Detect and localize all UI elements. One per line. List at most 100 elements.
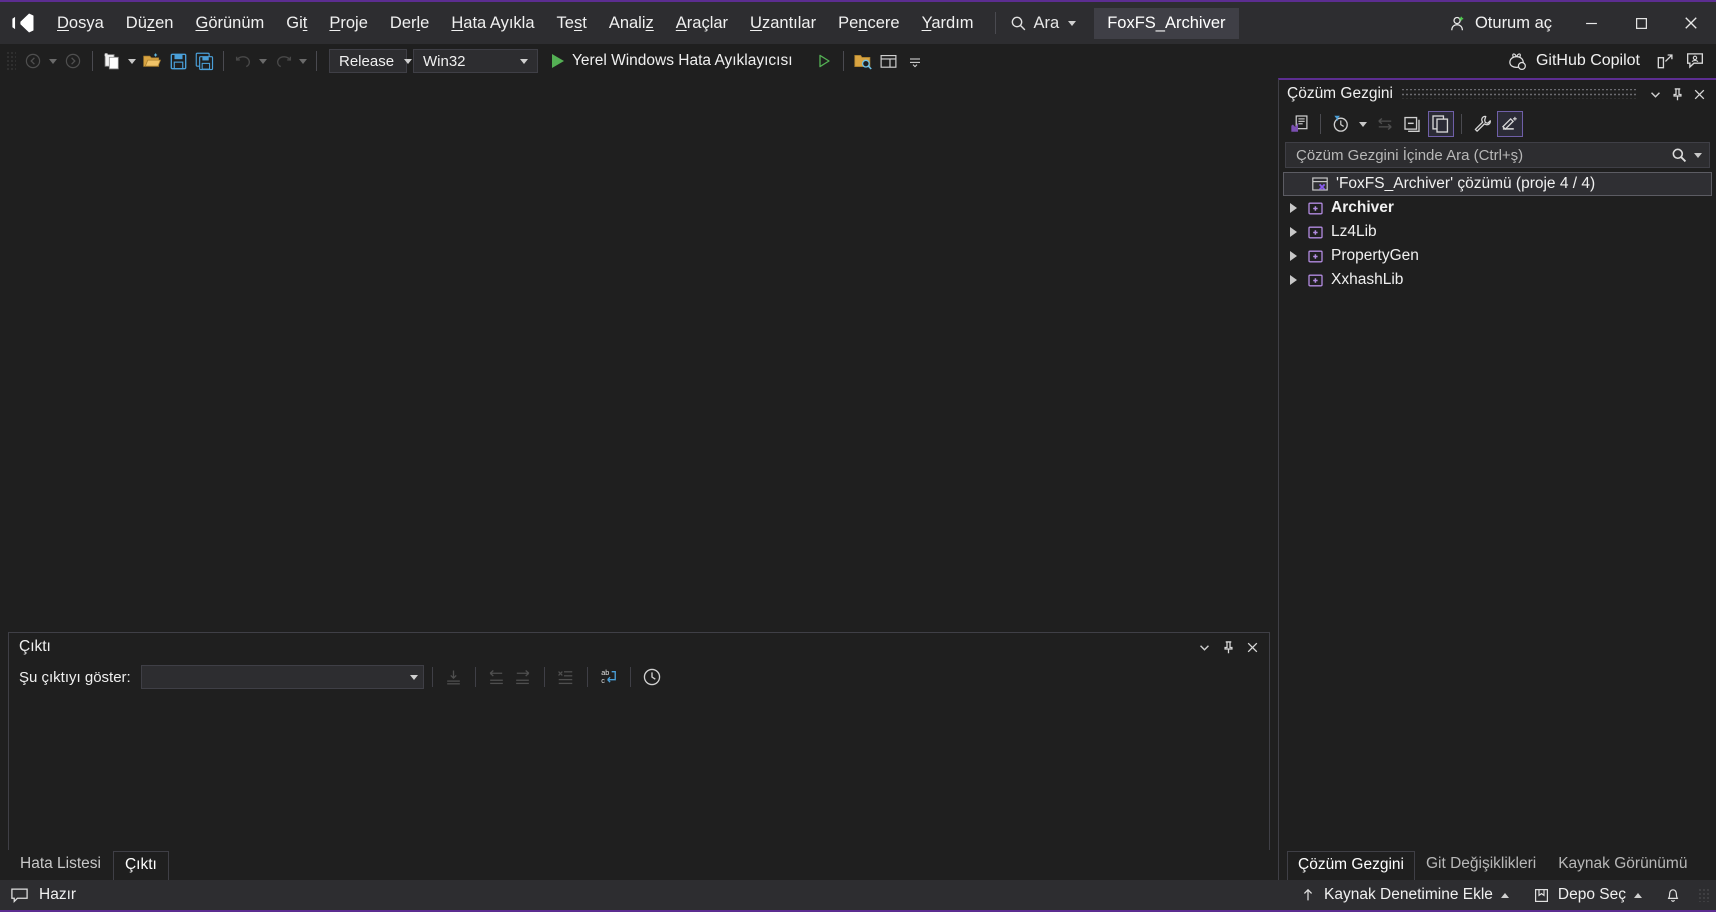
start-debugging-button[interactable]: Yerel Windows Hata Ayıklayıcısı [546, 48, 811, 74]
sign-in-button[interactable]: Oturum aç [1434, 14, 1566, 33]
go-to-message-button[interactable] [441, 664, 467, 690]
menu-hata-ayikla[interactable]: Hata Ayıkla [440, 2, 545, 44]
toggle-word-wrap-button[interactable]: ab c [596, 664, 622, 690]
toolbar-divider [92, 51, 93, 71]
toolbar-grip[interactable] [6, 51, 16, 71]
window-maximize-button[interactable] [1616, 2, 1666, 44]
tree-item-label: Archiver [1331, 199, 1394, 216]
new-item-dropdown[interactable] [125, 48, 139, 74]
share-button[interactable] [1652, 48, 1678, 74]
find-in-files-button[interactable] [850, 48, 876, 74]
start-without-debugging-button[interactable] [811, 48, 837, 74]
feedback-button[interactable] [1682, 48, 1708, 74]
collapse-all-button[interactable] [1400, 111, 1426, 137]
tree-item-lz4lib[interactable]: Lz4Lib [1279, 220, 1716, 244]
tab-cozum-gezgini[interactable]: Çözüm Gezgini [1287, 851, 1415, 881]
solution-explorer-menu-button[interactable] [1644, 83, 1666, 105]
search-icon[interactable] [1671, 147, 1688, 164]
output-window-menu-button[interactable] [1193, 636, 1215, 658]
tab-kaynak-gorunumu[interactable]: Kaynak Görünümü [1547, 850, 1698, 880]
menu-test[interactable]: Test [546, 2, 598, 44]
notifications-button[interactable] [1656, 881, 1690, 909]
toolbar-divider-3 [316, 51, 317, 71]
next-message-button[interactable] [510, 664, 536, 690]
se-toolbar-divider [1320, 114, 1321, 134]
redo-dropdown[interactable] [296, 48, 310, 74]
menu-araclar[interactable]: Araçlar [665, 2, 739, 44]
output-tool-window-header: Çıktı [9, 633, 1269, 661]
undo-button[interactable] [230, 48, 256, 74]
output-tool-window-title: Çıktı [19, 638, 51, 655]
menu-pencere[interactable]: Pencere [827, 2, 910, 44]
solution-icon [1308, 175, 1332, 193]
window-close-button[interactable] [1666, 2, 1716, 44]
open-file-button[interactable] [139, 48, 165, 74]
new-item-button[interactable] [99, 48, 125, 74]
empty-editor-area [0, 78, 1278, 632]
save-all-button[interactable] [191, 48, 217, 74]
tree-expander-icon[interactable] [1283, 251, 1303, 261]
pending-changes-filter-button[interactable] [1328, 111, 1354, 137]
window-minimize-button[interactable] [1566, 2, 1616, 44]
sync-with-active-document-button[interactable] [1372, 111, 1398, 137]
tree-item-label: Lz4Lib [1331, 223, 1377, 240]
search-input[interactable] [1294, 145, 1665, 165]
undo-dropdown[interactable] [256, 48, 270, 74]
previous-message-button[interactable] [484, 664, 510, 690]
resize-grip-icon[interactable] [1698, 888, 1710, 902]
menu-yardim[interactable]: Yardım [911, 2, 985, 44]
save-button[interactable] [165, 48, 191, 74]
add-to-source-control-button[interactable]: Kaynak Denetimine Ekle [1290, 881, 1519, 909]
repository-icon [1533, 887, 1550, 904]
menu-derle[interactable]: Derle [379, 2, 440, 44]
navigate-forward-button[interactable] [60, 48, 86, 74]
menu-gorunum[interactable]: Görünüm [184, 2, 275, 44]
navigate-back-button[interactable] [20, 48, 46, 74]
tree-expander-icon[interactable] [1283, 227, 1303, 237]
menu-uzantilar[interactable]: Uzantılar [739, 2, 827, 44]
menu-analiz[interactable]: Analiz [598, 2, 665, 44]
solution-configuration-combo[interactable]: Release [329, 49, 413, 73]
solution-explorer-close-button[interactable] [1688, 83, 1710, 105]
output-toolbar-divider-2 [474, 667, 476, 687]
window-layout-button[interactable] [876, 48, 902, 74]
toolbar-right-group: GitHub Copilot [1499, 44, 1708, 78]
redo-button[interactable] [270, 48, 296, 74]
output-pin-button[interactable] [1217, 636, 1239, 658]
menu-duzen[interactable]: Düzen [115, 2, 185, 44]
navigate-back-dropdown[interactable] [46, 48, 60, 74]
menu-git[interactable]: Git [275, 2, 318, 44]
solution-name-chip[interactable]: FoxFS_Archiver [1094, 7, 1239, 39]
pending-changes-filter-dropdown[interactable] [1356, 111, 1370, 137]
tab-hata-listesi[interactable]: Hata Listesi [8, 850, 113, 880]
select-repository-button[interactable]: Depo Seç [1523, 881, 1652, 909]
tree-expander-icon[interactable] [1283, 275, 1303, 285]
toolbar-overflow-button[interactable] [902, 48, 928, 74]
output-source-combo[interactable] [140, 665, 424, 689]
search-options-dropdown[interactable] [1694, 152, 1702, 158]
tree-item-archiver[interactable]: Archiver [1279, 196, 1716, 220]
menu-proje[interactable]: Proje [318, 2, 379, 44]
preview-selected-items-button[interactable] [1497, 111, 1523, 137]
solution-explorer-drag-handle[interactable] [1400, 89, 1636, 99]
github-copilot-button[interactable]: GitHub Copilot [1499, 48, 1648, 74]
tab-cikti[interactable]: Çıktı [112, 851, 169, 881]
tree-expander-icon[interactable] [1283, 203, 1303, 213]
output-close-button[interactable] [1241, 636, 1263, 658]
quick-search[interactable]: Ara [1006, 14, 1081, 33]
menu-dosya[interactable]: Dosya [46, 2, 115, 44]
show-all-files-button[interactable] [1428, 111, 1454, 137]
solution-platform-combo[interactable]: Win32 [413, 49, 538, 73]
properties-button[interactable] [1469, 111, 1495, 137]
clear-all-button[interactable] [553, 664, 579, 690]
tree-item-solution[interactable]: 'FoxFS_Archiver' çözümü (proje 4 / 4) [1283, 172, 1712, 196]
tree-item-xxhashlib[interactable]: XxhashLib [1279, 268, 1716, 292]
toggle-timestamp-button[interactable] [639, 664, 665, 690]
tree-item-propertygen[interactable]: PropertyGen [1279, 244, 1716, 268]
code-view-button[interactable] [1287, 111, 1313, 137]
output-content[interactable] [9, 693, 1269, 850]
solution-explorer-search[interactable] [1285, 142, 1710, 168]
tab-git-degisiklikleri[interactable]: Git Değişiklikleri [1415, 850, 1547, 880]
solution-explorer-pin-button[interactable] [1666, 83, 1688, 105]
title-bar: Dosya Düzen Görünüm Git Proje Derle Hata… [0, 2, 1716, 44]
